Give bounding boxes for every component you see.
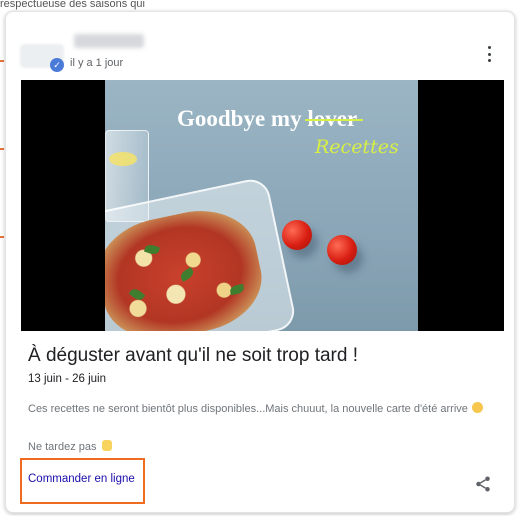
lemon-slice [109, 152, 137, 166]
food-photo: Goodbye my lover Recettes [105, 80, 418, 331]
order-online-link[interactable]: Commander en ligne [28, 473, 135, 485]
cherry-tomato [327, 235, 357, 265]
pointing-hand-emoji-icon [102, 440, 113, 451]
more-vert-icon[interactable] [486, 46, 492, 62]
post-note-text: Ne tardez pas [28, 441, 97, 453]
image-headline-prefix: Goodbye my [177, 106, 302, 131]
cherry-tomato [282, 220, 312, 250]
image-headline-struck: lover [307, 106, 358, 131]
post-description-text: Ces recettes ne seront bientôt plus disp… [28, 403, 468, 415]
post-note: Ne tardez pas [28, 440, 113, 453]
image-script-word: Recettes [315, 136, 399, 158]
image-headline: Goodbye my lover [177, 106, 357, 132]
post-title: À déguster avant qu'il ne soit trop tard… [28, 345, 358, 366]
post-card: ✓ il y a 1 jour Goodbye my lover Recette… [5, 11, 515, 513]
background-snippet: respectueuse des saisons qui [0, 0, 145, 10]
share-icon[interactable] [474, 475, 492, 493]
post-image[interactable]: Goodbye my lover Recettes [21, 80, 504, 331]
wink-emoji-icon [471, 402, 483, 413]
author-name-blurred [74, 34, 144, 48]
post-dates: 13 juin - 26 juin [28, 373, 106, 385]
post-description: Ces recettes ne seront bientôt plus disp… [28, 402, 483, 415]
post-time: il y a 1 jour [70, 57, 124, 69]
verified-badge-icon: ✓ [50, 58, 64, 72]
